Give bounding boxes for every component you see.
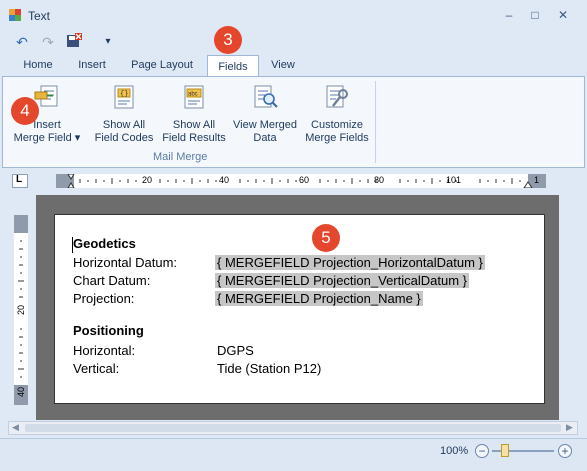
quick-access-toolbar: ↶ ↷ ▾ bbox=[0, 30, 587, 54]
label-projection: Projection: bbox=[73, 291, 135, 306]
zoom-level: 100% bbox=[440, 445, 469, 457]
vertical-ruler[interactable]: 20 40 bbox=[14, 215, 28, 405]
customize-merge-fields-icon bbox=[326, 85, 348, 108]
label-vertical: Vertical: bbox=[73, 361, 120, 376]
ruler-label-60: 60 bbox=[299, 175, 310, 185]
ruler-label-end: 1 bbox=[534, 175, 540, 185]
show-all-field-results-button[interactable]: abc Show All Field Results bbox=[161, 83, 227, 147]
show-all-field-codes-button[interactable]: {} Show All Field Codes bbox=[93, 83, 155, 147]
zoom-out-button[interactable]: − bbox=[475, 444, 489, 458]
label-horizontal: Horizontal: bbox=[73, 343, 136, 358]
group-label-mail-merge: Mail Merge bbox=[153, 151, 208, 163]
save-close-icon[interactable] bbox=[64, 33, 84, 51]
ruler-label-80: 80 bbox=[374, 175, 385, 185]
field-results-icon: abc bbox=[184, 85, 204, 109]
undo-icon[interactable]: ↶ bbox=[12, 33, 32, 51]
scroll-thumb[interactable] bbox=[25, 424, 561, 432]
value-horizontal: DGPS bbox=[217, 343, 254, 358]
title-bar: Text – □ ✕ bbox=[0, 0, 587, 30]
vruler-label-40: 40 bbox=[16, 386, 27, 398]
tab-home[interactable]: Home bbox=[18, 54, 58, 76]
svg-text:abc: abc bbox=[188, 92, 198, 98]
window-title: Text bbox=[28, 9, 51, 23]
view-merged-data-button[interactable]: View Merged Data bbox=[229, 83, 301, 147]
heading-positioning: Positioning bbox=[73, 323, 144, 338]
callout-badge-3: 3 bbox=[214, 26, 242, 54]
close-button[interactable]: ✕ bbox=[552, 6, 574, 24]
heading-geodetics: Geodetics bbox=[73, 236, 136, 251]
show-all-field-results-label: Show All Field Results bbox=[162, 119, 226, 144]
chevron-down-icon: ▾ bbox=[74, 132, 81, 144]
merge-field-horizontal-datum[interactable]: { MERGEFIELD Projection_HorizontalDatum … bbox=[215, 255, 485, 270]
horizontal-ruler[interactable]: 20 40 60 80 101 1 bbox=[56, 174, 546, 188]
vruler-label-20: 20 bbox=[16, 304, 27, 316]
tab-fields[interactable]: Fields bbox=[207, 55, 259, 78]
ruler-label-101: 101 bbox=[446, 175, 462, 185]
customize-merge-fields-label: Customize Merge Fields bbox=[305, 119, 369, 144]
svg-text:{}: {} bbox=[120, 91, 128, 99]
tab-stop-glyph: L bbox=[16, 174, 23, 185]
view-merged-data-label: View Merged Data bbox=[233, 119, 297, 144]
maximize-button[interactable]: □ bbox=[524, 6, 546, 24]
callout-badge-5: 5 bbox=[312, 224, 340, 252]
app-icon bbox=[9, 9, 21, 21]
customize-qat-icon[interactable]: ▾ bbox=[98, 33, 118, 51]
scroll-right-icon[interactable]: ▶ bbox=[566, 422, 573, 433]
field-codes-icon: {} bbox=[114, 85, 134, 109]
label-horizontal-datum: Horizontal Datum: bbox=[73, 255, 178, 270]
group-separator bbox=[375, 81, 376, 163]
tab-insert[interactable]: Insert bbox=[70, 54, 114, 76]
redo-icon[interactable]: ↷ bbox=[38, 33, 58, 51]
ruler-label-40: 40 bbox=[219, 175, 230, 185]
tab-selector[interactable]: L bbox=[12, 174, 28, 188]
callout-badge-4: 4 bbox=[11, 97, 39, 125]
status-bar bbox=[0, 438, 587, 471]
zoom-in-button[interactable]: + bbox=[558, 444, 572, 458]
value-vertical: Tide (Station P12) bbox=[217, 361, 322, 376]
ruler-label-20: 20 bbox=[142, 175, 153, 185]
document-page[interactable]: Geodetics Horizontal Datum: { MERGEFIELD… bbox=[54, 214, 545, 404]
view-merged-data-icon bbox=[254, 85, 278, 108]
zoom-slider-thumb[interactable] bbox=[501, 444, 509, 457]
show-all-field-codes-label: Show All Field Codes bbox=[94, 119, 154, 144]
ribbon-panel: Insert Merge Field ▾ {} Show All Field C… bbox=[2, 76, 585, 168]
customize-merge-fields-button[interactable]: Customize Merge Fields bbox=[301, 83, 373, 147]
merge-field-projection[interactable]: { MERGEFIELD Projection_Name } bbox=[215, 291, 423, 306]
tab-view[interactable]: View bbox=[264, 54, 302, 76]
minimize-button[interactable]: – bbox=[498, 6, 520, 24]
scroll-left-icon[interactable]: ◀ bbox=[12, 422, 19, 433]
ribbon-tabs: Home Insert Page Layout Fields View bbox=[0, 54, 587, 78]
tab-page-layout[interactable]: Page Layout bbox=[126, 54, 198, 76]
horizontal-scrollbar[interactable]: ◀ ▶ bbox=[8, 421, 578, 435]
merge-field-chart-datum[interactable]: { MERGEFIELD Projection_VerticalDatum } bbox=[215, 273, 469, 288]
label-chart-datum: Chart Datum: bbox=[73, 273, 151, 288]
